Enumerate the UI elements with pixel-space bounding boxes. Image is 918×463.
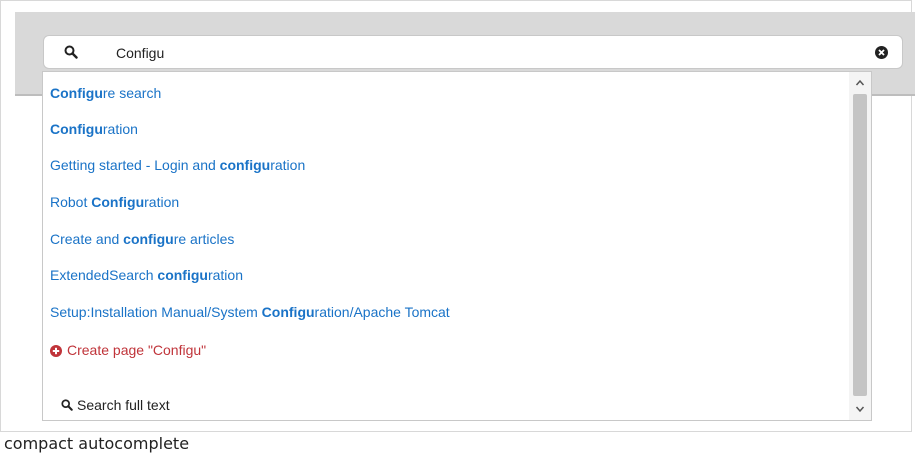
autocomplete-dropdown: Configure search Configuration Getting s… bbox=[42, 71, 872, 421]
suggestion-match: Configu bbox=[50, 121, 103, 137]
suggestion-prefix: Create and bbox=[50, 231, 124, 247]
chevron-down-icon[interactable] bbox=[853, 402, 867, 416]
search-icon bbox=[64, 45, 78, 59]
suggestion-prefix: ExtendedSearch bbox=[50, 267, 158, 283]
scrollbar-thumb[interactable] bbox=[853, 94, 867, 396]
suggestion-item[interactable]: Configuration bbox=[50, 117, 138, 141]
suggestion-prefix: Getting started - Login and bbox=[50, 157, 220, 173]
search-box[interactable] bbox=[43, 35, 903, 69]
create-page-label: Create page "Configu" bbox=[67, 342, 207, 358]
plus-circle-icon bbox=[50, 345, 62, 357]
clear-icon[interactable] bbox=[875, 46, 888, 59]
suggestion-rest: re search bbox=[102, 85, 162, 101]
suggestion-rest: ration bbox=[102, 121, 138, 137]
suggestion-rest: ration/Apache Tomcat bbox=[314, 304, 450, 320]
suggestion-rest: ration bbox=[207, 267, 243, 283]
suggestion-item[interactable]: ExtendedSearch configuration bbox=[50, 263, 243, 287]
suggestion-item[interactable]: Create and configure articles bbox=[50, 227, 234, 251]
suggestion-match: configu bbox=[157, 267, 208, 283]
suggestion-prefix: Robot bbox=[50, 194, 92, 210]
suggestion-match: Configu bbox=[91, 194, 145, 210]
caption: compact autocomplete bbox=[4, 434, 190, 453]
suggestion-match: configu bbox=[219, 157, 271, 173]
suggestion-match: Configu bbox=[261, 304, 315, 320]
suggestion-rest: re articles bbox=[173, 231, 235, 247]
scrollbar[interactable] bbox=[849, 72, 871, 420]
suggestion-match: configu bbox=[123, 231, 174, 247]
suggestion-rest: ration bbox=[270, 157, 306, 173]
suggestion-item[interactable]: Configure search bbox=[50, 81, 161, 105]
suggestion-rest: ration bbox=[144, 194, 180, 210]
suggestion-prefix: Setup:Installation Manual/System bbox=[50, 304, 262, 320]
chevron-up-icon[interactable] bbox=[853, 76, 867, 90]
suggestion-item[interactable]: Getting started - Login and configuratio… bbox=[50, 153, 305, 177]
search-icon bbox=[61, 399, 73, 411]
suggestion-item[interactable]: Setup:Installation Manual/System Configu… bbox=[50, 300, 450, 324]
suggestion-match: Configu bbox=[50, 85, 103, 101]
create-page-item[interactable]: Create page "Configu" bbox=[50, 338, 206, 362]
search-input[interactable] bbox=[116, 42, 816, 64]
search-full-text-item[interactable]: Search full text bbox=[61, 394, 170, 416]
search-full-text-label: Search full text bbox=[77, 397, 170, 413]
suggestion-item[interactable]: Robot Configuration bbox=[50, 190, 179, 214]
